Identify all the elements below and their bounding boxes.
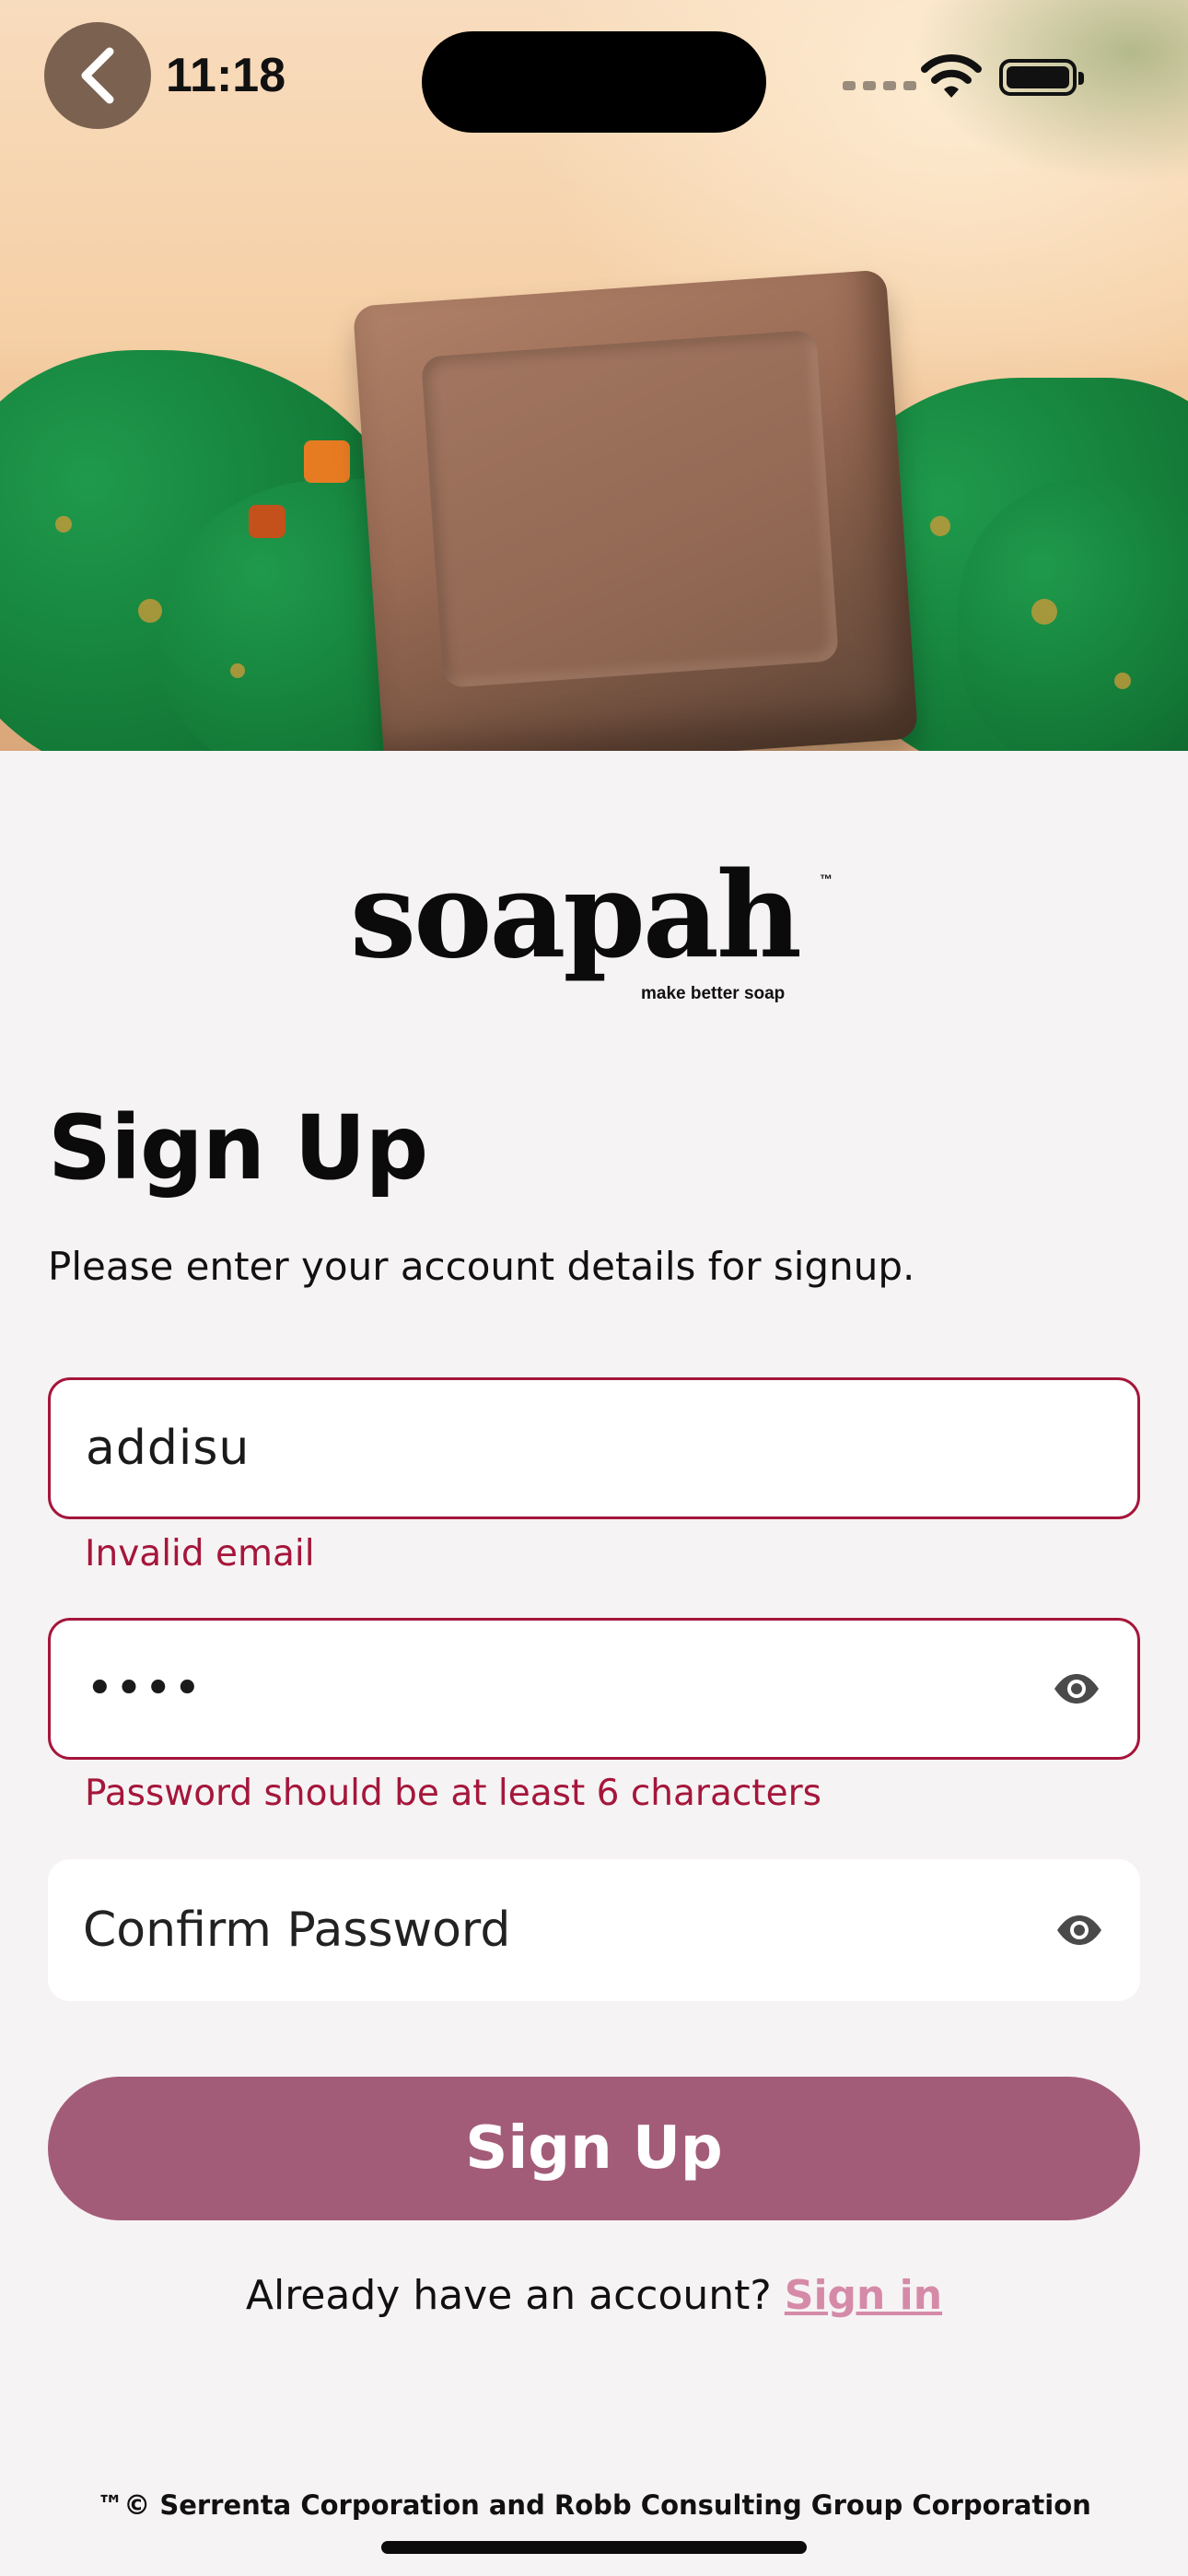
eye-icon (1054, 1674, 1099, 1704)
cellular-signal-icon (843, 81, 916, 90)
logo-trademark: ™ (820, 872, 833, 886)
logo-tagline: make better soap (641, 984, 786, 1003)
footer-copyright: ™© Serrenta Corporation and Robb Consult… (97, 2489, 1091, 2521)
email-value: addisu (86, 1421, 250, 1476)
email-field[interactable]: addisu (48, 1377, 1140, 1519)
password-field[interactable]: •••• (48, 1618, 1140, 1760)
home-indicator[interactable] (381, 2541, 807, 2554)
sign-up-button[interactable]: Sign Up (48, 2077, 1140, 2220)
signin-prompt: Already have an account? (245, 2272, 772, 2319)
battery-icon (999, 59, 1084, 96)
confirm-password-placeholder: Confirm Password (83, 1903, 511, 1958)
page-title: Sign Up (48, 1096, 428, 1200)
soapah-logo: soapah ™ make better soap (350, 857, 838, 1013)
email-error-message: Invalid email (85, 1533, 315, 1575)
dynamic-island (422, 31, 766, 133)
chevron-left-icon (81, 47, 114, 104)
signin-row: Already have an account? Sign in (0, 2272, 1188, 2319)
toggle-password-visibility-button[interactable] (1051, 1670, 1102, 1707)
password-value: •••• (86, 1661, 203, 1716)
toggle-confirm-password-visibility-button[interactable] (1054, 1912, 1105, 1949)
wifi-icon (921, 54, 982, 98)
soap-bar-image (352, 269, 919, 751)
eye-icon (1057, 1915, 1101, 1945)
logo-wordmark: soapah (350, 847, 802, 985)
back-button[interactable] (44, 22, 151, 129)
password-error-message: Password should be at least 6 characters (85, 1773, 821, 1814)
page-subtitle: Please enter your account details for si… (48, 1244, 915, 1289)
sign-in-link[interactable]: Sign in (785, 2272, 942, 2319)
confirm-password-field[interactable]: Confirm Password (48, 1859, 1140, 2001)
status-time: 11:18 (166, 49, 286, 102)
